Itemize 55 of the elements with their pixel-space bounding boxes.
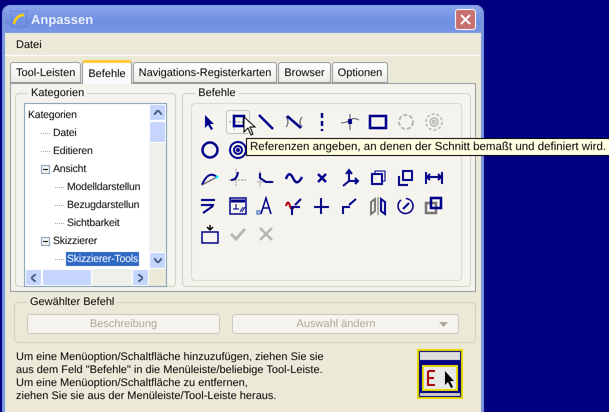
axes-icon: [340, 168, 360, 188]
instruction-text: Um eine Menüoption/Schaltfläche zu entfernen,: [16, 377, 249, 390]
close-button[interactable]: [455, 8, 476, 30]
close-icon: [460, 14, 471, 24]
tree-item[interactable]: Sichtbarkeit: [66, 216, 120, 230]
collapse-icon[interactable]: [41, 164, 50, 174]
mirror-icon: [368, 196, 388, 216]
instruction-text: ziehen Sie sie aus der Menüleiste/Tool-Leiste heraus.: [16, 390, 278, 403]
app-icon: [11, 11, 27, 27]
line-icon: [256, 112, 276, 132]
tree-item[interactable]: Kategorien: [27, 108, 78, 122]
rotate-resize-icon: [396, 196, 416, 216]
group-title: Befehle: [197, 87, 237, 99]
tab[interactable]: Befehle: [82, 60, 132, 84]
collapse-icon[interactable]: [41, 236, 50, 246]
scroll-thumb[interactable]: [42, 269, 92, 286]
drag-illustration-icon: [417, 349, 463, 399]
dashed-line-icon: [320, 113, 324, 131]
tooltip: Referenzen angeben, an denen der Schnitt bemaßt und definiert wird.: [246, 138, 609, 156]
fillet-icon: [228, 168, 248, 188]
import-icon: [200, 224, 220, 244]
tree-item[interactable]: Skizzierer-Tools: [66, 252, 139, 266]
vertical-scrollbar[interactable]: [149, 104, 166, 269]
copy-icon: [424, 196, 444, 216]
tangent-line-icon: [284, 112, 304, 132]
scrollbar-corner: [149, 269, 166, 286]
instruction-text: Um eine Menüoption/Schaltfläche hinzuzufügen, ziehen Sie sie: [16, 351, 324, 364]
tree-item[interactable]: Ansicht: [52, 162, 88, 176]
tree-item[interactable]: Editieren: [52, 144, 94, 158]
curve-point-icon: [340, 112, 360, 132]
tree-item[interactable]: Datei: [52, 126, 78, 140]
tab[interactable]: Optionen: [332, 62, 388, 83]
horizontal-scrollbar[interactable]: [25, 269, 150, 286]
rectangle-icon: [368, 112, 388, 132]
dropdown-arrow-icon: [439, 322, 448, 326]
mouse-cursor-icon: [243, 116, 257, 136]
reference-frame-icon: [228, 112, 248, 132]
tree-item[interactable]: Modelldarstellun: [66, 180, 142, 194]
chamfer-icon: [256, 168, 276, 188]
group-title: Gewählter Befehl: [29, 296, 116, 308]
constraint-icon: [228, 196, 248, 216]
tab[interactable]: Browser: [278, 62, 331, 83]
circle-icon: [200, 140, 220, 160]
concentric-circles-icon: [228, 140, 248, 160]
tab[interactable]: Navigations-Registerkarten: [132, 62, 278, 83]
concentric-circles-icon: [424, 112, 444, 132]
tree-item[interactable]: Skizzierer: [52, 234, 98, 248]
tree-item[interactable]: Bezugdarstellun: [66, 198, 140, 212]
menu-item[interactable]: Datei: [13, 39, 45, 51]
scroll-thumb[interactable]: [149, 121, 166, 143]
dashed-circle-icon: [396, 112, 416, 132]
instruction-text: aus dem Feld "Befehle" in die Menüleiste/beliebige Tool-Leiste.: [16, 364, 324, 377]
group-title: Kategorien: [30, 87, 86, 99]
window-title: Anpassen: [31, 12, 94, 26]
tab[interactable]: Tool-Leisten: [10, 62, 82, 83]
